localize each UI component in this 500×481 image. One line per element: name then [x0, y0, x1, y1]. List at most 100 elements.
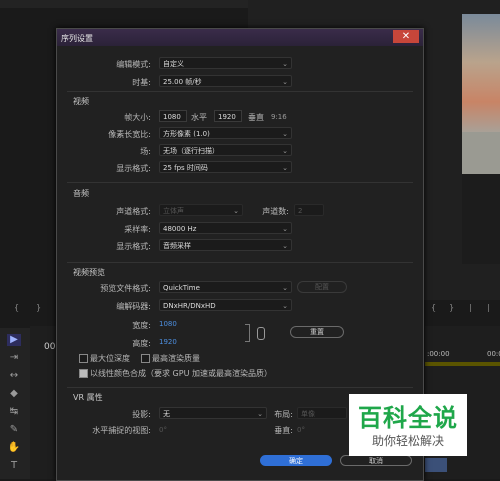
audio-display-format-label: 显示格式: [116, 242, 151, 251]
preview-file-format-select[interactable]: QuickTime ⌄ [159, 281, 292, 293]
vr-vertical-value: 0° [297, 426, 305, 434]
fields-value: 无场（逐行扫描） [163, 147, 219, 155]
preview-width-label: 宽度: [132, 321, 151, 330]
channel-format-select: 立体声 ⌄ [159, 204, 243, 216]
hand-tool-icon[interactable]: ✋ [7, 442, 21, 454]
razor-tool-icon[interactable]: ◆ [7, 388, 21, 400]
chevron-down-icon: ⌄ [282, 60, 288, 68]
close-button[interactable]: ✕ [393, 30, 419, 43]
timebase-value: 25.00 帧/秒 [163, 78, 202, 86]
sample-rate-select[interactable]: 48000 Hz ⌄ [159, 222, 292, 234]
frame-width-input[interactable]: 1080 [159, 110, 187, 122]
edit-mode-value: 自定义 [163, 60, 184, 68]
divider [67, 262, 413, 263]
ok-button[interactable]: 确定 [260, 455, 332, 466]
sample-rate-value: 48000 Hz [163, 225, 197, 233]
preview-height-value[interactable]: 1920 [159, 338, 177, 346]
slip-tool-icon[interactable]: ↹ [7, 406, 21, 418]
chevron-down-icon: ⌄ [282, 78, 288, 86]
audio-display-format-select[interactable]: 音频采样 ⌄ [159, 239, 292, 251]
reset-button[interactable]: 重置 [290, 326, 344, 338]
video-display-format-label: 显示格式: [116, 164, 151, 173]
vr-vertical-label: 垂直: [274, 426, 293, 435]
channel-format-label: 声道格式: [116, 207, 151, 216]
preview-file-format-label: 预览文件格式: [100, 284, 151, 293]
horizontal-label: 水平 [191, 113, 207, 122]
codec-label: 编解码器: [116, 302, 151, 311]
video-preview-section-title: 视频预览 [73, 268, 105, 277]
timeline-ruler-time: :00:00 [427, 350, 450, 358]
mark-out-icon[interactable]: } [449, 303, 454, 312]
mark-in-icon[interactable]: { [14, 303, 19, 312]
pixel-aspect-select[interactable]: 方形像素 (1.0) ⌄ [159, 127, 292, 139]
timebase-select[interactable]: 25.00 帧/秒 ⌄ [159, 75, 292, 87]
timeline-ruler-time-2: 00:0 [487, 350, 500, 358]
tools-panel: ▶ ⇥ ↔ ◆ ↹ ✎ ✋ T [0, 328, 30, 479]
dialog-titlebar[interactable]: 序列设置 ✕ [57, 29, 423, 46]
go-to-in-icon[interactable]: | [469, 303, 472, 312]
mark-in-icon[interactable]: { [431, 303, 436, 312]
preview-height-label: 高度: [132, 339, 151, 348]
linear-color-label: 以线性颜色合成（要求 GPU 加速或最高渲染品质） [90, 369, 272, 378]
linear-color-checkbox[interactable] [79, 369, 88, 378]
preview-file-format-value: QuickTime [163, 284, 200, 292]
step-back-icon[interactable]: | [487, 303, 490, 312]
video-section-title: 视频 [73, 97, 89, 106]
codec-value: DNxHR/DNxHD [163, 302, 216, 310]
frame-height-input[interactable]: 1920 [214, 110, 242, 122]
max-bit-depth-label: 最大位深度 [90, 354, 130, 363]
monitor-lower-area [462, 174, 500, 264]
chevron-down-icon: ⌄ [282, 147, 288, 155]
horizontal-view-value: 0° [159, 426, 167, 434]
max-render-quality-checkbox[interactable] [141, 354, 150, 363]
edit-mode-label: 编辑模式: [116, 60, 151, 69]
projection-select[interactable]: 无 ⌄ [159, 407, 267, 419]
timeline-clip[interactable] [425, 458, 447, 472]
horizontal-view-label: 水平捕捉的视图: [92, 426, 151, 435]
work-area-bar[interactable] [425, 362, 500, 366]
watermark-title: 百科全说 [358, 404, 458, 432]
sample-rate-label: 采样率: [124, 225, 151, 234]
watermark-logo: 百科全说 助你轻松解决 [349, 394, 467, 456]
watermark-subtitle: 助你轻松解决 [371, 434, 444, 448]
selection-tool-icon[interactable]: ▶ [7, 334, 21, 346]
channel-count-value: 2 [298, 207, 303, 215]
pixel-aspect-label: 像素长宽比: [108, 130, 151, 139]
dimension-bracket [245, 324, 250, 342]
video-display-format-value: 25 fps 时间码 [163, 164, 208, 172]
channel-count-label: 声道数: [262, 207, 289, 216]
link-icon[interactable] [257, 327, 265, 340]
mark-out-icon[interactable]: } [36, 303, 41, 312]
codec-select[interactable]: DNxHR/DNxHD ⌄ [159, 299, 292, 311]
fields-select[interactable]: 无场（逐行扫描） ⌄ [159, 144, 292, 156]
chevron-down-icon: ⌄ [282, 164, 288, 172]
video-display-format-select[interactable]: 25 fps 时间码 ⌄ [159, 161, 292, 173]
channel-count-select: 2 [294, 204, 324, 216]
projection-value: 无 [163, 410, 170, 418]
program-monitor-controls: { } | | [425, 300, 500, 314]
ripple-edit-tool-icon[interactable]: ↔ [7, 370, 21, 382]
chevron-down-icon: ⌄ [282, 284, 288, 292]
type-tool-icon[interactable]: T [7, 460, 21, 472]
audio-display-format-value: 音频采样 [163, 242, 191, 250]
layout-select: 单像 [297, 407, 347, 419]
chevron-down-icon: ⌄ [282, 242, 288, 250]
frame-size-label: 帧大小: [124, 113, 151, 122]
chevron-down-icon: ⌄ [233, 207, 239, 215]
max-render-quality-label: 最高渲染质量 [152, 354, 200, 363]
configure-button: 配置 [297, 281, 347, 293]
pen-tool-icon[interactable]: ✎ [7, 424, 21, 436]
cancel-button[interactable]: 取消 [340, 455, 412, 466]
edit-mode-select[interactable]: 自定义 ⌄ [159, 57, 292, 69]
timebase-label: 时基: [132, 78, 151, 87]
track-select-tool-icon[interactable]: ⇥ [7, 352, 21, 364]
preview-width-value[interactable]: 1080 [159, 320, 177, 328]
vr-section-title: VR 属性 [73, 393, 103, 402]
close-icon: ✕ [401, 31, 411, 42]
max-bit-depth-checkbox[interactable] [79, 354, 88, 363]
layout-value: 单像 [301, 410, 315, 418]
aspect-ratio-value: 9:16 [271, 113, 287, 121]
vertical-label: 垂直 [248, 113, 264, 122]
audio-section-title: 音频 [73, 189, 89, 198]
projection-label: 投影: [132, 410, 151, 419]
